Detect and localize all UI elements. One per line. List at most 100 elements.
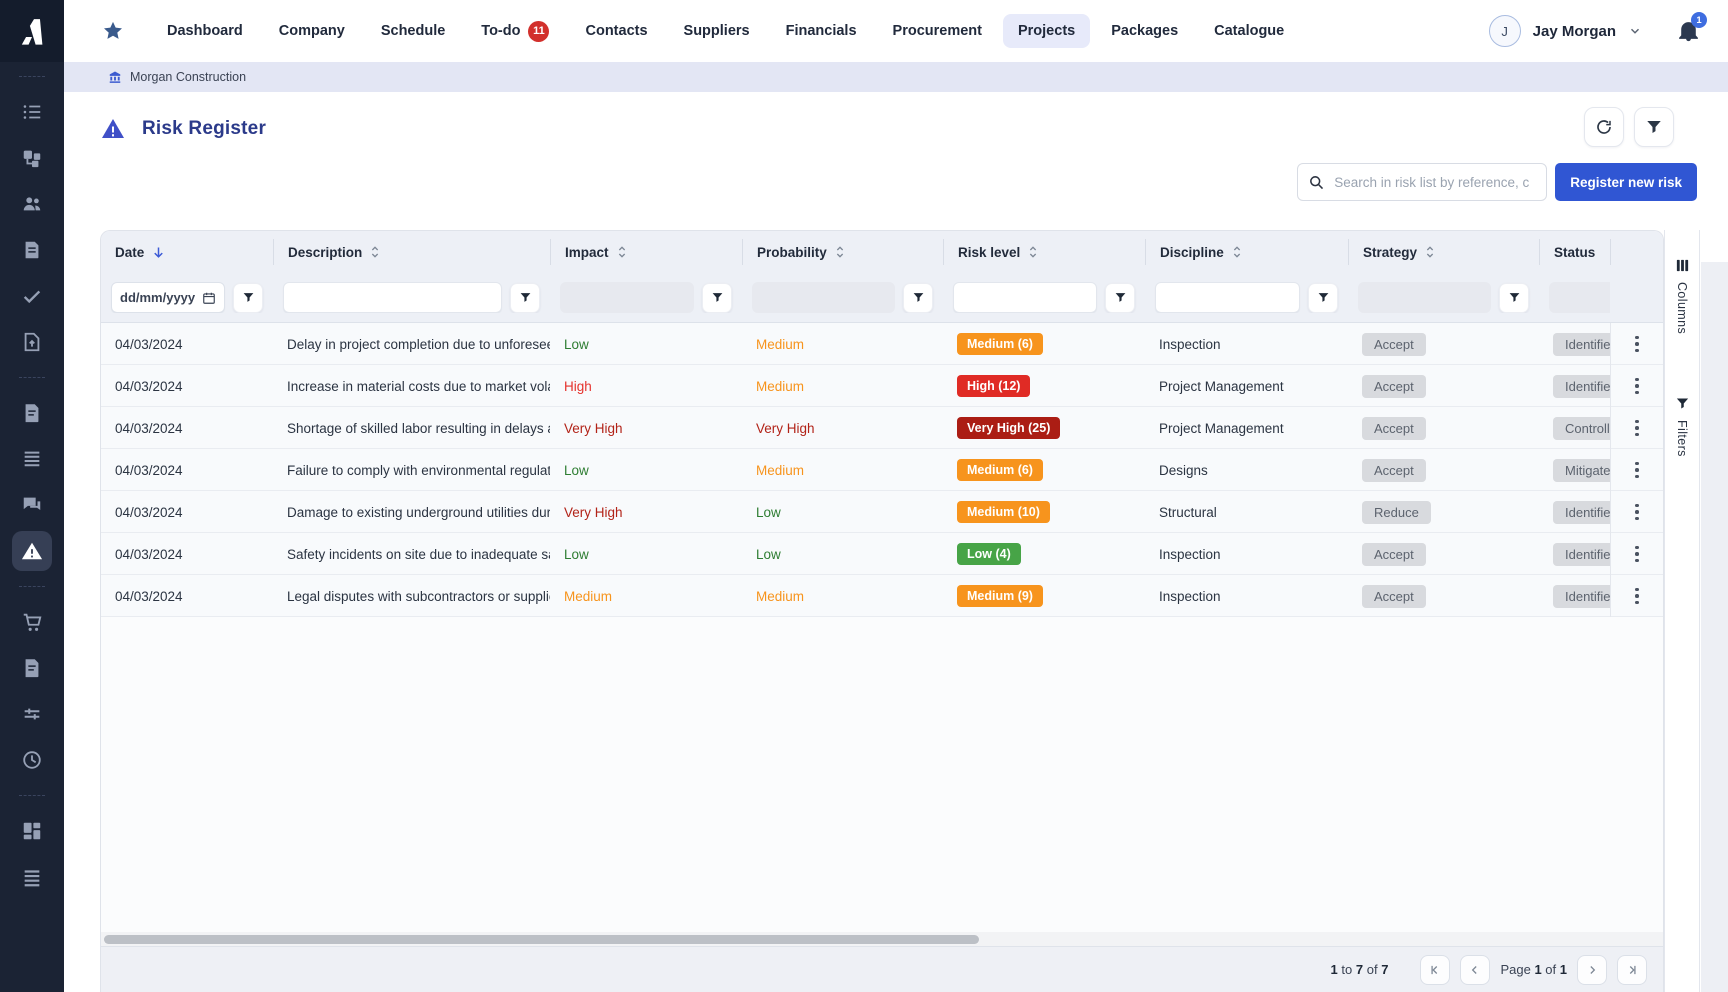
notifications-button[interactable]: 1 <box>1676 18 1702 44</box>
row-menu-button[interactable] <box>1610 575 1663 617</box>
status-badge: Identifie <box>1553 543 1610 566</box>
impact-filter-button[interactable] <box>702 283 732 313</box>
scrollbar-thumb[interactable] <box>104 935 979 944</box>
next-page-button[interactable] <box>1577 955 1607 985</box>
strategy-filter-input[interactable] <box>1358 282 1491 313</box>
filter-funnel-icon <box>1508 291 1521 304</box>
kebab-icon <box>1635 462 1639 479</box>
cell-discipline: Inspection <box>1145 589 1348 604</box>
column-header-date[interactable]: Date <box>101 239 273 265</box>
risk-warning-icon <box>100 117 126 141</box>
tab-filters[interactable]: Filters <box>1675 396 1690 457</box>
right-panel-track <box>1701 262 1728 992</box>
chevron-down-icon[interactable] <box>1628 24 1642 38</box>
status-badge: Controll <box>1553 417 1610 440</box>
nav-item-catalogue[interactable]: Catalogue <box>1199 14 1299 48</box>
description-filter-input[interactable] <box>283 282 502 313</box>
tab-columns[interactable]: Columns <box>1675 258 1690 334</box>
risk-level-badge: Low (4) <box>957 543 1021 565</box>
risk-level-badge: Medium (6) <box>957 459 1043 481</box>
first-page-button[interactable] <box>1420 955 1450 985</box>
probability-filter-button[interactable] <box>903 283 933 313</box>
risk-level-filter-button[interactable] <box>1105 283 1135 313</box>
sidebar-item-hierarchy[interactable] <box>21 147 43 169</box>
sidebar-item-list[interactable] <box>21 101 43 123</box>
sidebar-item-rows[interactable] <box>21 448 43 470</box>
register-new-risk-button[interactable]: Register new risk <box>1555 163 1697 201</box>
probability-filter-input[interactable] <box>752 282 895 313</box>
calendar-icon <box>202 291 216 305</box>
impact-filter-input[interactable] <box>560 282 694 313</box>
risk-level-badge: Medium (10) <box>957 501 1050 523</box>
row-menu-button[interactable] <box>1610 449 1663 491</box>
app-logo[interactable] <box>0 0 64 62</box>
user-name[interactable]: Jay Morgan <box>1533 23 1616 40</box>
cell-description: Failure to comply with environmental reg… <box>273 463 550 478</box>
nav-item-suppliers[interactable]: Suppliers <box>669 14 765 48</box>
cell-impact: Medium <box>550 589 742 604</box>
sidebar-item-people[interactable] <box>21 193 43 215</box>
sidebar-item-chat[interactable] <box>21 494 43 516</box>
sidebar-item-risk-register[interactable] <box>12 531 52 571</box>
description-filter-button[interactable] <box>510 283 540 313</box>
row-menu-button[interactable] <box>1610 323 1663 365</box>
cell-date: 04/03/2024 <box>101 547 273 562</box>
column-header-impact[interactable]: Impact <box>550 239 742 265</box>
sidebar-item-tasks[interactable] <box>21 285 43 307</box>
filter-funnel-icon <box>1645 118 1663 136</box>
cell-status: Identifie <box>1539 543 1610 566</box>
previous-page-button[interactable] <box>1460 955 1490 985</box>
kebab-icon <box>1635 504 1639 521</box>
strategy-filter-button[interactable] <box>1499 283 1529 313</box>
sidebar-item-sliders[interactable] <box>21 703 43 725</box>
row-menu-button[interactable] <box>1610 533 1663 575</box>
cell-date: 04/03/2024 <box>101 463 273 478</box>
sidebar-item-file-upload[interactable] <box>21 331 43 353</box>
sidebar-item-cart[interactable] <box>21 611 43 633</box>
nav-item-company[interactable]: Company <box>264 14 360 48</box>
column-header-probability[interactable]: Probability <box>742 239 943 265</box>
row-menu-button[interactable] <box>1610 365 1663 407</box>
discipline-filter-button[interactable] <box>1308 283 1338 313</box>
column-header-discipline[interactable]: Discipline <box>1145 239 1348 265</box>
last-page-button[interactable] <box>1617 955 1647 985</box>
sidebar-item-dashboard-grid[interactable] <box>21 820 43 842</box>
nav-item-schedule[interactable]: Schedule <box>366 14 460 48</box>
column-header-status[interactable]: Status <box>1539 239 1610 265</box>
nav-item-dashboard[interactable]: Dashboard <box>152 14 258 48</box>
column-header-strategy[interactable]: Strategy <box>1348 239 1539 265</box>
sidebar-item-document-2[interactable] <box>21 657 43 679</box>
search-input[interactable] <box>1334 175 1536 190</box>
refresh-button[interactable] <box>1584 107 1624 147</box>
cell-discipline: Inspection <box>1145 547 1348 562</box>
sidebar-item-document-alt[interactable] <box>21 402 43 424</box>
nav-item-procurement[interactable]: Procurement <box>878 14 997 48</box>
filter-toggle-button[interactable] <box>1634 107 1674 147</box>
favorites-star-icon[interactable] <box>102 20 124 42</box>
nav-item-to-do[interactable]: To-do11 <box>466 12 564 51</box>
date-filter-input[interactable]: dd/mm/yyyy <box>111 282 225 313</box>
column-header-description[interactable]: Description <box>273 239 550 265</box>
row-menu-button[interactable] <box>1610 491 1663 533</box>
sidebar-item-document[interactable] <box>21 239 43 261</box>
avatar[interactable]: J <box>1489 15 1521 47</box>
column-header-risk-level[interactable]: Risk level <box>943 239 1145 265</box>
sort-icon <box>616 244 628 260</box>
status-filter-input[interactable] <box>1549 282 1610 313</box>
row-menu-button[interactable] <box>1610 407 1663 449</box>
sidebar-divider <box>19 377 45 378</box>
nav-item-contacts[interactable]: Contacts <box>570 14 662 48</box>
nav-item-packages[interactable]: Packages <box>1096 14 1193 48</box>
breadcrumb[interactable]: Morgan Construction <box>64 62 1728 92</box>
discipline-filter-input[interactable] <box>1155 282 1300 313</box>
nav-item-financials[interactable]: Financials <box>771 14 872 48</box>
sidebar-item-history[interactable] <box>21 749 43 771</box>
sort-icon <box>1027 244 1039 260</box>
cell-probability: Medium <box>742 337 943 352</box>
risk-level-filter-input[interactable] <box>953 282 1097 313</box>
horizontal-scrollbar[interactable] <box>101 932 1663 946</box>
sidebar-item-menu[interactable] <box>21 866 43 888</box>
risk-search <box>1297 163 1547 201</box>
date-filter-button[interactable] <box>233 283 263 313</box>
nav-item-projects[interactable]: Projects <box>1003 14 1090 48</box>
